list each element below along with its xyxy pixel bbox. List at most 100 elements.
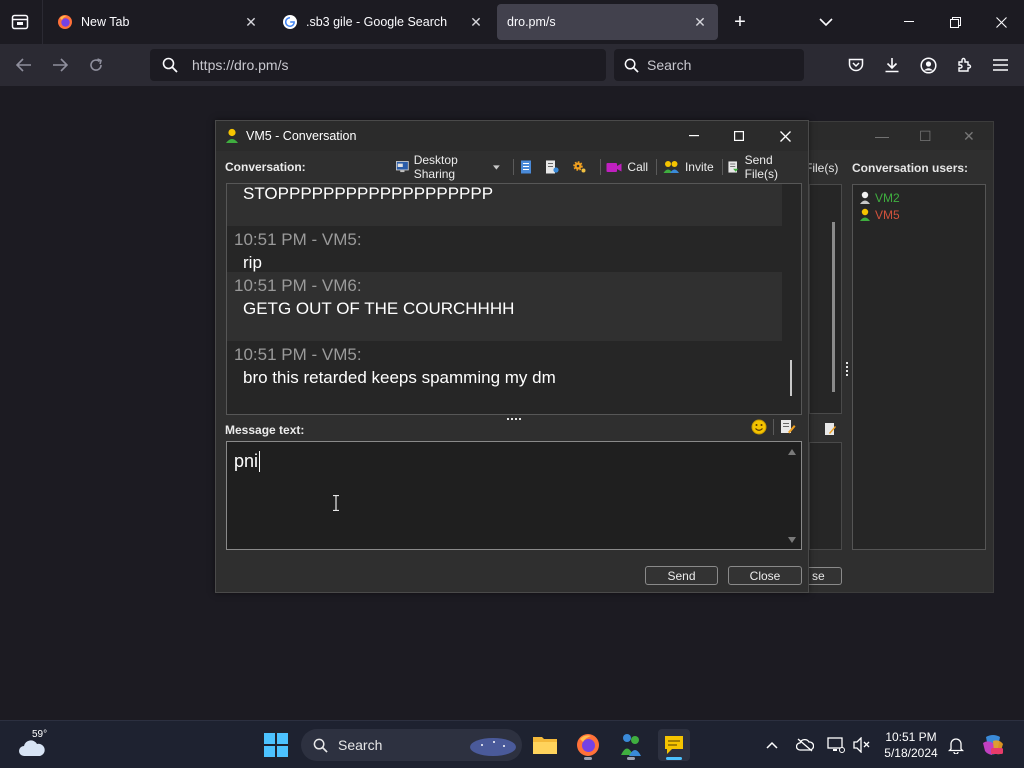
conversation-history[interactable]: STOPPPPPPPPPPPPPPPPPPP 10:51 PM - VM5: r… <box>226 183 802 415</box>
minimize-button[interactable] <box>886 8 932 36</box>
new-tab-button[interactable]: + <box>728 10 752 34</box>
forward-button[interactable] <box>48 53 72 77</box>
close-icon[interactable]: ✕ <box>243 14 259 30</box>
firefox-icon <box>577 734 599 756</box>
volume-tray-icon[interactable] <box>852 735 872 755</box>
message-list: STOPPPPPPPPPPPPPPPPPPP 10:51 PM - VM5: r… <box>227 184 783 414</box>
extensions-button[interactable] <box>952 53 976 77</box>
close-dialog-button[interactable]: Close <box>728 566 802 585</box>
maximize-button[interactable] <box>716 121 762 151</box>
vertical-splitter[interactable] <box>846 362 849 376</box>
conversation-window[interactable]: VM5 - Conversation Conversation: Desktop… <box>215 120 809 593</box>
conversation-users-list: VM2 VM5 <box>852 184 986 550</box>
cloud-icon <box>19 740 45 756</box>
taskbar-clock[interactable]: 10:51 PM 5/18/2024 <box>880 729 942 761</box>
gear-icon <box>572 161 586 173</box>
tab-dro-pm[interactable]: dro.pm/s ✕ <box>497 4 718 40</box>
account-button[interactable] <box>916 53 940 77</box>
scrollbar-thumb[interactable] <box>790 360 792 396</box>
close-button[interactable] <box>762 121 808 151</box>
edit-document-button[interactable] <box>545 160 564 174</box>
toolbar-separator <box>773 419 774 435</box>
user-icon <box>860 208 870 221</box>
running-indicator <box>627 757 635 760</box>
invite-users-icon <box>663 161 679 173</box>
close-button[interactable]: se <box>809 567 842 585</box>
reload-button[interactable] <box>84 53 108 77</box>
start-button[interactable] <box>260 729 292 761</box>
send-button[interactable]: Send <box>645 566 718 585</box>
message-text: GETG OUT OF THE COURCHHHH <box>243 299 515 318</box>
firefox-taskbar-button[interactable] <box>572 729 604 761</box>
taskbar-search-box[interactable]: Search <box>301 729 522 761</box>
send-files-button[interactable]: Send File(s) <box>728 153 799 181</box>
smiley-icon[interactable] <box>751 419 767 435</box>
scroll-down-arrow-icon[interactable] <box>788 537 796 543</box>
message-text-label: Message text: <box>225 423 305 437</box>
close-window-button[interactable] <box>978 8 1024 36</box>
scrollbar[interactable] <box>832 222 835 392</box>
settings-button[interactable] <box>572 160 592 174</box>
scroll-up-arrow-icon[interactable] <box>788 449 796 455</box>
speaker-muted-icon <box>853 737 870 753</box>
copilot-button[interactable] <box>980 732 1006 758</box>
chevron-up-icon <box>766 741 778 749</box>
user-item-vm2[interactable]: VM2 <box>859 189 979 206</box>
show-hidden-icons-button[interactable] <box>762 735 782 755</box>
user-name: VM2 <box>875 190 900 205</box>
weather-temperature: 59° <box>32 729 48 740</box>
weather-widget[interactable]: 59° <box>18 729 52 761</box>
desktop-sharing-button[interactable]: Desktop Sharing <box>396 153 505 181</box>
list-all-tabs-button[interactable] <box>814 10 838 34</box>
chat-taskbar-button[interactable] <box>658 729 690 761</box>
onedrive-tray-icon[interactable] <box>795 735 815 755</box>
close-icon[interactable]: ✕ <box>963 128 975 145</box>
maximize-icon[interactable]: ☐ <box>919 128 932 145</box>
horizontal-splitter[interactable] <box>507 418 521 421</box>
background-conversation-window[interactable]: — ☐ ✕ File(s) Conversation users: VM2 VM… <box>786 121 994 593</box>
user-item-vm5[interactable]: VM5 <box>859 206 979 223</box>
network-tray-icon[interactable] <box>826 735 846 755</box>
list-item: STOPPPPPPPPPPPPPPPPPPP <box>227 184 783 226</box>
message-input-box[interactable]: pni <box>226 441 802 550</box>
menu-button[interactable] <box>988 53 1012 77</box>
search-bar[interactable]: Search <box>614 49 804 81</box>
dropdown-arrow-icon <box>492 164 500 170</box>
restore-button[interactable] <box>932 8 978 36</box>
invite-button[interactable]: Invite <box>663 160 714 174</box>
text-cursor-icon <box>333 495 339 511</box>
message-input[interactable]: pni <box>234 451 261 472</box>
users-icon <box>621 734 641 756</box>
url-bar[interactable]: https://dro.pm/s <box>150 49 606 81</box>
notebook-button[interactable] <box>520 160 537 174</box>
close-icon[interactable]: ✕ <box>468 14 484 30</box>
tab-google-search[interactable]: .sb3 gile - Google Search ✕ <box>272 4 494 40</box>
conversation-scrollbar[interactable] <box>782 184 801 414</box>
message-header: 10:51 PM - VM6: <box>234 276 362 295</box>
search-highlight-icon <box>470 738 516 756</box>
firefox-view-button[interactable] <box>8 10 32 34</box>
notes-icon[interactable] <box>823 422 837 436</box>
file-explorer-button[interactable] <box>529 729 561 761</box>
close-icon[interactable]: ✕ <box>692 14 708 30</box>
back-button[interactable] <box>12 53 36 77</box>
toolbar-separator <box>599 159 601 175</box>
tab-new-tab[interactable]: New Tab ✕ <box>47 4 269 40</box>
downloads-button[interactable] <box>880 53 904 77</box>
edit-notes-icon[interactable] <box>780 419 796 435</box>
reload-icon <box>90 58 102 71</box>
message-text: bro this retarded keeps spamming my dm <box>243 368 556 387</box>
minimize-button[interactable] <box>671 121 717 151</box>
window-titlebar[interactable]: VM5 - Conversation <box>216 121 808 151</box>
minimize-icon[interactable]: — <box>875 128 889 144</box>
firefox-icon <box>58 15 72 29</box>
message-panel <box>809 442 842 550</box>
notifications-button[interactable] <box>946 735 966 755</box>
arrow-right-icon <box>53 58 68 72</box>
send-files-label[interactable]: File(s) <box>805 161 838 175</box>
call-button[interactable]: Call <box>606 160 648 174</box>
messenger-taskbar-button[interactable] <box>615 729 647 761</box>
pocket-button[interactable] <box>844 53 868 77</box>
message-text: rip <box>243 253 262 272</box>
send-files-label: Send File(s) <box>744 153 778 181</box>
